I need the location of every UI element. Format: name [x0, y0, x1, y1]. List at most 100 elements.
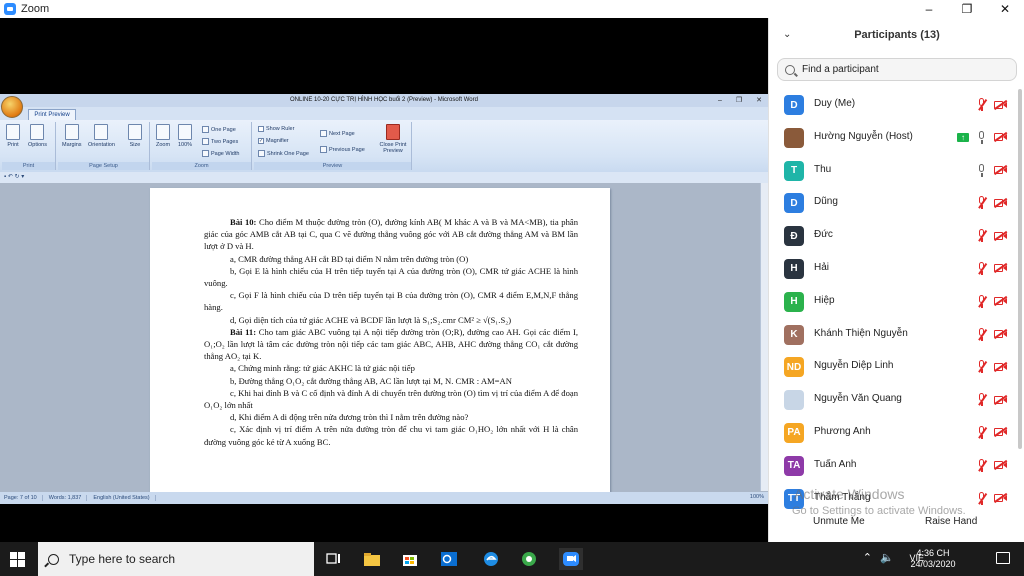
close-print-preview-button[interactable]: Close Print Preview	[376, 124, 410, 154]
word-restore-icon[interactable]: ❐	[736, 94, 742, 107]
windows-start-icon[interactable]	[10, 552, 25, 567]
options-button[interactable]: Options	[28, 124, 47, 148]
participant-row[interactable]: D Duy (Me)	[769, 89, 1024, 122]
two-pages-button[interactable]: Two Pages	[202, 138, 238, 145]
panel-scrollbar[interactable]	[1018, 89, 1022, 449]
participant-row[interactable]: Nguyễn Văn Quang	[769, 384, 1024, 417]
participant-row[interactable]: Hường Nguyễn (Host) ↑	[769, 122, 1024, 155]
mic-muted-icon[interactable]	[977, 491, 987, 505]
participant-row[interactable]: D Dũng	[769, 187, 1024, 220]
participant-row[interactable]: Đ Đức	[769, 220, 1024, 253]
zoom-100-button[interactable]: 100%	[178, 124, 192, 148]
page-width-button[interactable]: Page Width	[202, 150, 239, 157]
search-input[interactable]	[802, 64, 1002, 75]
next-page-button[interactable]: Next Page	[320, 130, 355, 137]
redo-icon[interactable]: ↻	[15, 174, 20, 180]
video-off-icon[interactable]	[993, 99, 1008, 110]
participants-panel: ⌄ Participants (13) D Duy (Me) Hường Nguyễ…	[768, 18, 1024, 542]
size-button[interactable]: Size	[128, 124, 142, 148]
volume-icon[interactable]: 🔈	[880, 551, 894, 564]
previous-page-button[interactable]: Previous Page	[320, 146, 365, 153]
save-icon[interactable]: ▪	[4, 174, 6, 180]
tab-print-preview[interactable]: Print Preview	[28, 109, 76, 120]
participant-name: Tuấn Anh	[814, 458, 857, 470]
status-page[interactable]: Page: 7 of 10	[4, 495, 43, 501]
video-off-icon[interactable]	[993, 492, 1008, 503]
mic-muted-icon[interactable]	[977, 425, 987, 439]
print-button[interactable]: Print	[6, 124, 20, 148]
mic-icon[interactable]	[977, 163, 986, 177]
participant-row[interactable]: PA Phương Anh	[769, 417, 1024, 450]
video-off-icon[interactable]	[993, 197, 1008, 208]
one-page-button[interactable]: One Page	[202, 126, 236, 133]
vertical-scrollbar[interactable]	[760, 183, 768, 491]
mic-muted-icon[interactable]	[977, 261, 987, 275]
maximize-button[interactable]: ❐	[948, 0, 986, 18]
word-close-icon[interactable]: ✕	[756, 94, 762, 107]
qat-dropdown-icon[interactable]: ▾	[21, 174, 24, 180]
video-off-icon[interactable]	[993, 427, 1008, 438]
word-minimize-icon[interactable]: –	[718, 94, 722, 107]
taskbar-search[interactable]: Type here to search	[38, 542, 314, 576]
margins-icon	[64, 124, 79, 140]
outlook-icon[interactable]	[440, 551, 458, 567]
close-button[interactable]: ✕	[986, 0, 1024, 18]
mic-muted-icon[interactable]	[977, 98, 987, 111]
zoom-taskbar-icon[interactable]	[559, 548, 583, 570]
margins-button[interactable]: Margins	[62, 124, 82, 148]
magnifier-checkbox[interactable]: ✓ Magnifier	[258, 138, 289, 144]
video-off-icon[interactable]	[993, 394, 1008, 405]
video-off-icon[interactable]	[993, 361, 1008, 372]
office-button-icon[interactable]	[1, 96, 23, 118]
mic-icon[interactable]	[977, 130, 986, 144]
status-words[interactable]: Words: 1,837	[49, 495, 88, 501]
video-off-icon[interactable]	[993, 263, 1008, 274]
shrink-one-page-button[interactable]: Shrink One Page	[258, 150, 309, 157]
minimize-button[interactable]: –	[910, 0, 948, 18]
checkbox-icon	[258, 126, 264, 132]
participant-row[interactable]: H Hải	[769, 253, 1024, 286]
mic-muted-icon[interactable]	[977, 294, 987, 308]
clock[interactable]: 4:36 CH 24/03/2020	[908, 548, 958, 570]
participant-row[interactable]: TA Tuấn Anh	[769, 450, 1024, 483]
two-pages-icon	[202, 138, 209, 145]
avatar: D	[784, 95, 804, 115]
show-ruler-checkbox[interactable]: Show Ruler	[258, 126, 294, 132]
video-off-icon[interactable]	[993, 328, 1008, 339]
mic-muted-icon[interactable]	[977, 360, 987, 374]
activate-windows-watermark: Activate Windows Go to Settings to activ…	[792, 486, 966, 519]
participant-search[interactable]	[777, 58, 1017, 81]
file-explorer-icon[interactable]	[363, 551, 381, 567]
chevron-up-icon[interactable]: ⌃	[863, 551, 872, 564]
store-icon[interactable]	[401, 551, 419, 567]
video-off-icon[interactable]	[993, 460, 1008, 470]
status-language[interactable]: English (United States)	[93, 495, 156, 501]
group-label-preview: Preview	[254, 162, 411, 170]
mic-muted-icon[interactable]	[977, 229, 987, 243]
video-off-icon[interactable]	[993, 132, 1008, 142]
task-view-icon[interactable]	[325, 551, 343, 567]
mic-muted-icon[interactable]	[977, 196, 987, 210]
participant-row[interactable]: T Thu	[769, 155, 1024, 188]
avatar: Đ	[784, 226, 804, 247]
participant-row[interactable]: H Hiệp	[769, 286, 1024, 319]
mic-muted-icon[interactable]	[977, 393, 987, 407]
avatar: H	[784, 291, 804, 312]
participant-row[interactable]: K Khánh Thiện Nguyễn	[769, 319, 1024, 352]
video-off-icon[interactable]	[993, 164, 1008, 175]
video-off-icon[interactable]	[993, 230, 1008, 241]
undo-icon[interactable]: ↶	[8, 174, 13, 180]
video-off-icon[interactable]	[993, 296, 1008, 306]
orientation-button[interactable]: Orientation	[88, 124, 115, 148]
coccoc-icon[interactable]	[520, 551, 538, 567]
edge-icon[interactable]	[482, 551, 500, 567]
mic-muted-icon[interactable]	[977, 458, 987, 472]
notification-icon[interactable]	[996, 552, 1010, 564]
shared-screen: ONLINE 10-20 CỰC TRỊ HÌNH HỌC buổi 2 (Pr…	[0, 18, 768, 542]
mic-muted-icon[interactable]	[977, 327, 987, 341]
status-zoom[interactable]: 100%	[750, 494, 764, 500]
ribbon-group-print: Print Options Print	[2, 122, 56, 170]
participant-row[interactable]: ND Nguyễn Diệp Linh	[769, 351, 1024, 384]
group-label-print: Print	[2, 162, 55, 170]
zoom-button[interactable]: Zoom	[156, 124, 170, 148]
